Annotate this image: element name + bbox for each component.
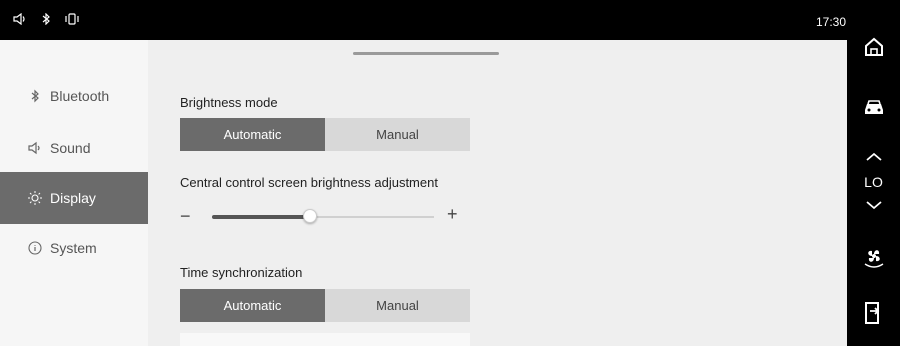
brightness-mode-toggle: Automatic Manual (180, 118, 470, 151)
time-sync-toggle: Automatic Manual (180, 289, 470, 322)
brightness-slider[interactable] (212, 209, 434, 223)
sidebar-item-sound[interactable]: Sound (0, 122, 148, 174)
vibrate-icon (64, 12, 80, 26)
temp-down-icon[interactable] (861, 192, 887, 218)
bluetooth-icon (38, 12, 54, 26)
brightness-mode-manual[interactable]: Manual (325, 118, 470, 151)
sidebar-item-bluetooth[interactable]: Bluetooth (0, 70, 148, 122)
brightness-mode-automatic[interactable]: Automatic (180, 118, 325, 151)
brightness-slider-row: − + (180, 204, 470, 228)
time-sync-manual[interactable]: Manual (325, 289, 470, 322)
temp-up-icon[interactable] (861, 144, 887, 170)
brightness-slider-fill (212, 215, 310, 219)
status-clock: 17:30 (816, 15, 847, 29)
speaker-icon (28, 141, 40, 155)
status-bar: 17:30 (0, 0, 900, 40)
sidebar-item-label: Bluetooth (50, 88, 110, 104)
time-sync-automatic[interactable]: Automatic (180, 289, 325, 322)
brightness-adjust-title: Central control screen brightness adjust… (180, 175, 438, 190)
bluetooth-icon (31, 89, 39, 103)
volume-icon (12, 12, 28, 26)
display-settings-content: Brightness mode Automatic Manual Central… (148, 40, 847, 346)
brightness-slider-thumb[interactable] (303, 209, 317, 223)
temperature-value: LO (864, 174, 883, 190)
next-setting-row (180, 333, 470, 346)
sun-icon (28, 191, 42, 205)
drag-handle[interactable] (353, 52, 499, 55)
door-exit-icon[interactable] (861, 300, 887, 326)
settings-sidebar: Bluetooth Sound Display System (0, 40, 148, 346)
time-sync-title: Time synchronization (180, 265, 303, 280)
sidebar-item-display[interactable]: Display (0, 172, 148, 224)
fan-icon[interactable] (861, 244, 887, 270)
car-icon[interactable] (861, 94, 887, 120)
home-icon[interactable] (861, 34, 887, 60)
sidebar-item-label: Sound (50, 140, 91, 156)
right-dock: LO (847, 0, 900, 346)
sidebar-item-label: Display (50, 190, 96, 206)
sidebar-item-system[interactable]: System (0, 222, 148, 274)
settings-panel: Bluetooth Sound Display System Brightnes… (0, 40, 847, 346)
brightness-increase-button[interactable]: + (447, 204, 458, 225)
brightness-decrease-button[interactable]: − (180, 206, 191, 227)
info-icon (28, 241, 42, 255)
brightness-mode-title: Brightness mode (180, 95, 278, 110)
sidebar-item-label: System (50, 240, 97, 256)
